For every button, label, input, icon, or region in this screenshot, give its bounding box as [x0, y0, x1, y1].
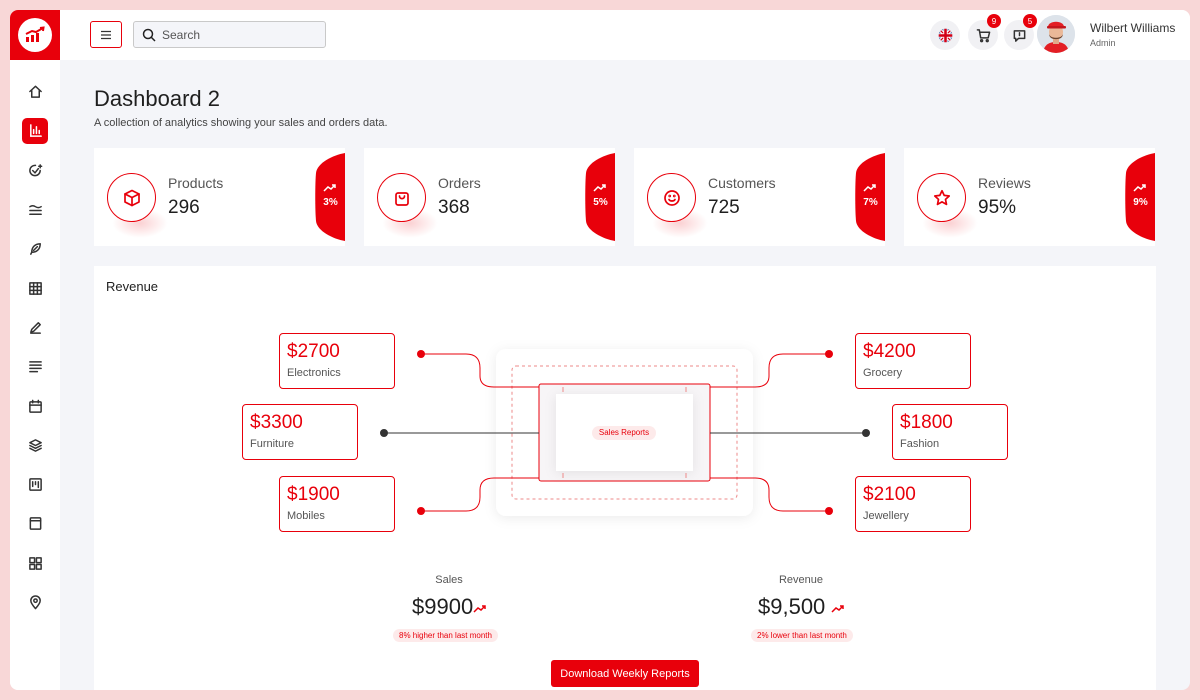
sidebar-item-maps[interactable] [10, 583, 60, 622]
cart-icon [976, 28, 990, 42]
stat-value: 95% [978, 197, 1017, 218]
sales-reports-label: Sales Reports [592, 426, 656, 440]
sidebar-item-tables[interactable] [10, 268, 60, 307]
revenue-value: $9,500 [758, 594, 845, 620]
stat-value: 368 [438, 197, 470, 218]
search-box [133, 21, 326, 48]
feather-icon [29, 243, 41, 256]
kanban-icon [28, 478, 42, 491]
stat-card-customers[interactable]: Customers 725 7% [634, 148, 885, 246]
sidebar-item-analytics[interactable] [10, 190, 60, 229]
sidebar-item-dashboard[interactable] [10, 111, 60, 150]
stat-label: Customers [708, 175, 776, 191]
message-icon [1013, 29, 1025, 42]
trend-up-icon [831, 605, 845, 613]
stat-label: Products [168, 175, 224, 191]
sidebar-item-text[interactable] [10, 347, 60, 386]
sales-label: Sales [435, 574, 463, 586]
trend-up-icon [863, 184, 876, 192]
top-header: 9 5 Wilbert Williams Admin [60, 10, 1190, 60]
revenue-diagram [380, 349, 870, 516]
user-name[interactable]: Wilbert Williams [1090, 21, 1175, 35]
menu-toggle-button[interactable] [90, 21, 122, 48]
sidebar-item-pages[interactable] [10, 504, 60, 543]
check-circle-icon [28, 163, 42, 177]
stat-change-tab: 9% [1123, 153, 1155, 241]
revenue-change-pill: 2% lower than last month [751, 629, 853, 642]
stat-label: Reviews [978, 175, 1031, 191]
stat-label: Orders [438, 175, 481, 191]
download-weekly-reports-button[interactable]: Download Weekly Reports [551, 660, 699, 687]
shopping-bag-icon [377, 173, 426, 222]
map-pin-icon [29, 595, 41, 610]
page-title: Dashboard 2 [94, 86, 220, 111]
revenue-label: Revenue [778, 574, 824, 586]
logo[interactable] [10, 10, 60, 60]
align-left-icon [28, 361, 42, 373]
stat-value: 725 [708, 197, 740, 218]
cart-button[interactable]: 9 [968, 14, 1001, 50]
grid-table-icon [28, 281, 42, 295]
sidebar-item-design[interactable] [10, 229, 60, 268]
chart-logo-icon [18, 18, 52, 52]
stat-card-orders[interactable]: Orders 368 5% [364, 148, 615, 246]
sidebar-item-apps[interactable] [10, 544, 60, 583]
user-role: Admin [1090, 38, 1116, 48]
sidebar-item-forms[interactable] [10, 308, 60, 347]
notifications-badge: 5 [1023, 14, 1037, 28]
sidebar-item-layers[interactable] [10, 426, 60, 465]
box-icon [107, 173, 156, 222]
search-input[interactable] [162, 27, 312, 42]
trend-up-icon [593, 184, 606, 192]
stat-change-tab: 7% [853, 153, 885, 241]
stat-card-reviews[interactable]: Reviews 95% 9% [904, 148, 1155, 246]
hamburger-icon [101, 30, 111, 39]
pen-icon [29, 321, 41, 334]
user-avatar-icon [1037, 15, 1075, 53]
star-icon [917, 173, 966, 222]
uk-flag-icon [938, 28, 952, 42]
stat-change-tab: 5% [583, 153, 615, 241]
home-icon [28, 85, 42, 99]
sidebar-item-tasks[interactable] [10, 151, 60, 190]
sales-change-pill: 8% higher than last month [393, 629, 498, 642]
sidebar [10, 10, 60, 690]
notifications-button[interactable]: 5 [1004, 14, 1037, 50]
smile-icon [647, 173, 696, 222]
avatar[interactable] [1037, 15, 1075, 53]
category-box-jewellery[interactable]: $2100 Jewellery [855, 476, 971, 532]
window-icon [29, 517, 41, 531]
trend-up-icon [473, 605, 486, 613]
category-box-mobiles[interactable]: $1900 Mobiles [279, 476, 395, 532]
category-box-grocery[interactable]: $4200 Grocery [855, 333, 971, 389]
page-subtitle: A collection of analytics showing your s… [94, 117, 388, 129]
bar-chart-icon [29, 124, 42, 138]
sidebar-item-calendar[interactable] [10, 386, 60, 425]
category-box-electronics[interactable]: $2700 Electronics [279, 333, 395, 389]
sidebar-item-home[interactable] [10, 72, 60, 111]
trend-up-icon [1133, 184, 1146, 192]
layers-icon [28, 438, 42, 452]
sales-value: $9900 [412, 594, 487, 620]
sidebar-item-boards[interactable] [10, 465, 60, 504]
app-frame: 9 5 Wilbert Williams Admin Dashboard 2 A… [10, 10, 1190, 690]
revenue-card: Revenue Sales Reports $2700 Electronics … [94, 266, 1156, 690]
stat-change-tab: 3% [313, 153, 345, 241]
wave-lines-icon [28, 205, 42, 215]
apps-grid-icon [28, 556, 42, 570]
language-button[interactable] [930, 20, 960, 50]
trend-up-icon [323, 184, 336, 192]
category-box-furniture[interactable]: $3300 Furniture [242, 404, 358, 460]
category-box-fashion[interactable]: $1800 Fashion [892, 404, 1008, 460]
stat-value: 296 [168, 197, 200, 218]
stat-card-products[interactable]: Products 296 3% [94, 148, 345, 246]
cart-badge: 9 [987, 14, 1001, 28]
calendar-icon [28, 399, 42, 413]
search-icon [142, 28, 156, 42]
